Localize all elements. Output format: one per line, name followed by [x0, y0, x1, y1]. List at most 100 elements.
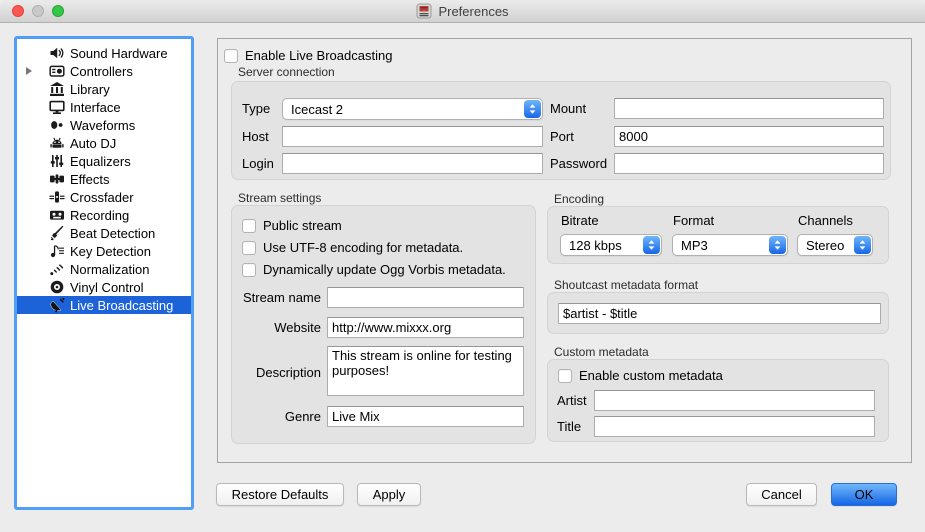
- sidebar-item-vinyl-control[interactable]: Vinyl Control: [17, 278, 191, 296]
- checkbox-box[interactable]: [242, 263, 256, 277]
- sidebar-item-library[interactable]: Library: [17, 80, 191, 98]
- sidebar-item-label: Library: [70, 82, 110, 97]
- sidebar-item-normalization[interactable]: Normalization: [17, 260, 191, 278]
- sidebar-item-controllers[interactable]: Controllers: [17, 62, 191, 80]
- bitrate-label: Bitrate: [561, 210, 599, 231]
- sidebar-item-crossfader[interactable]: Crossfader: [17, 188, 191, 206]
- equalizer-sliders-icon: [49, 153, 65, 169]
- crossfader-icon: [49, 189, 65, 205]
- sidebar-item-label: Auto DJ: [70, 136, 116, 151]
- description-textarea[interactable]: This stream is online for testing purpos…: [327, 346, 524, 396]
- format-dropdown-value: MP3: [681, 238, 708, 253]
- stream-name-label: Stream name: [232, 287, 321, 308]
- server-connection-title: Server connection: [238, 65, 335, 79]
- library-bank-icon: [49, 81, 65, 97]
- encoding-title: Encoding: [554, 192, 604, 206]
- ogg-vorbis-update-label: Dynamically update Ogg Vorbis metadata.: [263, 262, 506, 277]
- preferences-app-icon: [416, 3, 432, 19]
- stream-settings-group: Public stream Use UTF-8 encoding for met…: [231, 205, 536, 444]
- sound-waves-icon: [49, 261, 65, 277]
- live-broadcasting-pane: Enable Live Broadcasting Server connecti…: [217, 38, 912, 463]
- utf8-metadata-checkbox[interactable]: Use UTF-8 encoding for metadata.: [242, 240, 463, 255]
- type-dropdown[interactable]: Icecast 2: [282, 98, 543, 120]
- port-input[interactable]: [614, 126, 884, 147]
- sidebar-item-auto-dj[interactable]: Auto DJ: [17, 134, 191, 152]
- checkbox-box[interactable]: [558, 369, 572, 383]
- sidebar-item-label: Crossfader: [70, 190, 134, 205]
- type-dropdown-value: Icecast 2: [291, 102, 343, 117]
- password-input[interactable]: [614, 153, 884, 174]
- stream-name-input[interactable]: [327, 287, 524, 308]
- effects-plug-icon: [49, 171, 65, 187]
- sidebar-item-label: Key Detection: [70, 244, 151, 259]
- sidebar-item-effects[interactable]: Effects: [17, 170, 191, 188]
- shoutcast-metadata-group: [547, 292, 889, 334]
- utf8-metadata-label: Use UTF-8 encoding for metadata.: [263, 240, 463, 255]
- shoutcast-metadata-title: Shoutcast metadata format: [554, 278, 698, 292]
- description-label: Description: [232, 362, 321, 383]
- vinyl-record-icon: [49, 279, 65, 295]
- sidebar-item-label: Vinyl Control: [70, 280, 143, 295]
- mount-label: Mount: [550, 98, 586, 119]
- robot-icon: [49, 135, 65, 151]
- host-input[interactable]: [282, 126, 543, 147]
- dropdown-stepper-icon: [643, 236, 660, 254]
- bitrate-dropdown[interactable]: 128 kbps: [560, 234, 662, 256]
- cancel-button[interactable]: Cancel: [746, 483, 817, 506]
- genre-label: Genre: [232, 406, 321, 427]
- preferences-sidebar: Sound Hardware Controllers Library Inter…: [14, 36, 194, 510]
- enable-custom-metadata-label: Enable custom metadata: [579, 368, 723, 383]
- beat-whip-icon: [49, 225, 65, 241]
- public-stream-checkbox[interactable]: Public stream: [242, 218, 342, 233]
- sidebar-item-equalizers[interactable]: Equalizers: [17, 152, 191, 170]
- channels-label: Channels: [798, 210, 853, 231]
- sidebar-item-live-broadcasting[interactable]: Live Broadcasting: [17, 296, 191, 314]
- port-label: Port: [550, 126, 574, 147]
- enable-live-broadcasting-label: Enable Live Broadcasting: [245, 48, 392, 63]
- server-connection-group: Type Icecast 2 Mount Host Port Login Pas…: [231, 81, 891, 180]
- format-dropdown[interactable]: MP3: [672, 234, 788, 256]
- sidebar-item-beat-detection[interactable]: Beat Detection: [17, 224, 191, 242]
- sidebar-item-interface[interactable]: Interface: [17, 98, 191, 116]
- sidebar-item-label: Normalization: [70, 262, 149, 277]
- title-input[interactable]: [594, 416, 875, 437]
- checkbox-box[interactable]: [242, 219, 256, 233]
- channels-dropdown[interactable]: Stereo: [797, 234, 873, 256]
- artist-input[interactable]: [594, 390, 875, 411]
- checkbox-box[interactable]: [224, 49, 238, 63]
- speaker-icon: [49, 45, 65, 61]
- checkbox-box[interactable]: [242, 241, 256, 255]
- sidebar-item-label: Equalizers: [70, 154, 131, 169]
- sidebar-item-label: Interface: [70, 100, 121, 115]
- host-label: Host: [242, 126, 269, 147]
- enable-custom-metadata-checkbox[interactable]: Enable custom metadata: [558, 368, 723, 383]
- sidebar-item-waveforms[interactable]: Waveforms: [17, 116, 191, 134]
- stream-settings-title: Stream settings: [238, 191, 321, 205]
- login-label: Login: [242, 153, 274, 174]
- restore-defaults-button[interactable]: Restore Defaults: [216, 483, 344, 506]
- genre-input[interactable]: [327, 406, 524, 427]
- title-label: Title: [557, 416, 581, 437]
- sidebar-item-label: Beat Detection: [70, 226, 155, 241]
- sidebar-item-recording[interactable]: Recording: [17, 206, 191, 224]
- artist-label: Artist: [557, 390, 587, 411]
- sidebar-item-label: Waveforms: [70, 118, 135, 133]
- disclosure-area[interactable]: [24, 67, 49, 75]
- custom-metadata-title: Custom metadata: [554, 345, 649, 359]
- website-input[interactable]: [327, 317, 524, 338]
- sidebar-item-sound-hardware[interactable]: Sound Hardware: [17, 44, 191, 62]
- sidebar-item-key-detection[interactable]: Key Detection: [17, 242, 191, 260]
- disclosure-triangle-icon: [26, 67, 32, 75]
- bitrate-dropdown-value: 128 kbps: [569, 238, 622, 253]
- apply-button[interactable]: Apply: [357, 483, 421, 506]
- dropdown-stepper-icon: [769, 236, 786, 254]
- sidebar-item-label: Effects: [70, 172, 110, 187]
- shoutcast-format-input[interactable]: [558, 303, 881, 324]
- login-input[interactable]: [282, 153, 543, 174]
- cassette-icon: [49, 207, 65, 223]
- dropdown-stepper-icon: [524, 100, 541, 118]
- ok-button[interactable]: OK: [831, 483, 897, 506]
- mount-input[interactable]: [614, 98, 884, 119]
- enable-live-broadcasting-checkbox[interactable]: Enable Live Broadcasting: [224, 48, 392, 63]
- ogg-vorbis-update-checkbox[interactable]: Dynamically update Ogg Vorbis metadata.: [242, 262, 506, 277]
